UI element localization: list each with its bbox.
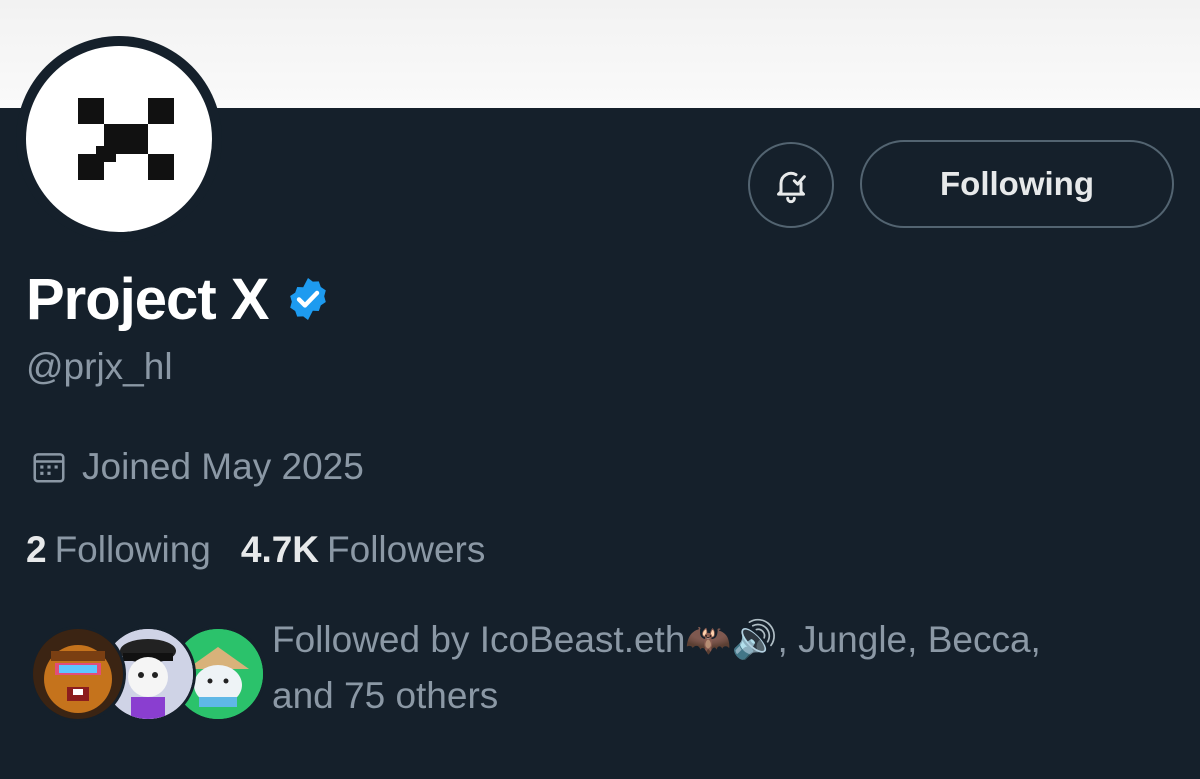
profile-name-row: Project X	[26, 264, 332, 334]
joined-date-row: Joined May 2025	[30, 440, 364, 494]
profile-name: Project X	[26, 266, 269, 332]
followed-by-text[interactable]: Followed by IcoBeast.eth🦇🔊, Jungle, Becc…	[272, 612, 1172, 724]
joined-date: Joined May 2025	[82, 446, 364, 487]
followed-by-avatars[interactable]	[30, 626, 266, 722]
notifications-button[interactable]	[748, 142, 834, 228]
following-count: 2	[26, 529, 47, 570]
bell-check-icon	[777, 171, 806, 204]
followers-count: 4.7K	[240, 529, 320, 570]
following-count-link[interactable]: 2 Following	[26, 529, 211, 571]
profile-avatar[interactable]	[16, 36, 222, 242]
verified-badge-icon[interactable]	[284, 275, 332, 323]
follow-stats: 2 Following 4.7K Followers	[26, 524, 485, 576]
pixel-x-logo-icon	[26, 46, 212, 232]
avatar	[30, 626, 126, 722]
follower-name-icobeast[interactable]: IcoBeast.eth	[480, 619, 686, 660]
followed-by-prefix: Followed by	[272, 619, 480, 660]
follower-emoji: 🦇🔊	[685, 618, 778, 661]
followers-count-link[interactable]: 4.7K Followers	[241, 529, 485, 571]
followed-by-tail[interactable]: and 75 others	[272, 675, 498, 716]
following-button[interactable]: Following	[860, 140, 1174, 228]
profile-handle: @prjx_hl	[26, 346, 173, 387]
calendar-icon	[33, 453, 65, 483]
followers-label: Followers	[327, 529, 486, 570]
followed-by-rest[interactable]: , Jungle, Becca,	[778, 619, 1041, 660]
following-label: Following	[54, 529, 211, 570]
